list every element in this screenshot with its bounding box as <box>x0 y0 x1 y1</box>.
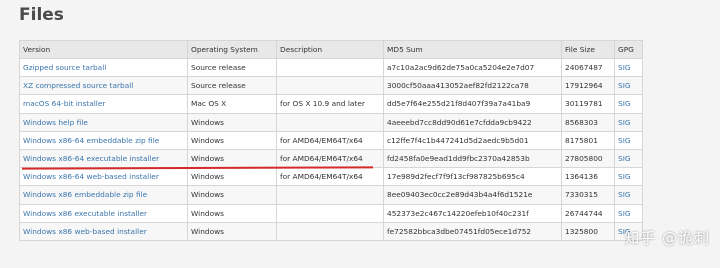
gpg-cell: SIG <box>614 167 643 187</box>
md5-cell: 17e989d2fecf7f9f13cf987825b695c4 <box>383 167 562 187</box>
gpg-cell: SIG <box>614 203 643 223</box>
description-cell: for AMD64/EM64T/x64 <box>276 167 384 187</box>
os-cell: Source release <box>187 57 277 78</box>
description-cell <box>276 76 384 96</box>
version-cell: Windows x86-64 web-based installer <box>19 167 188 187</box>
files-table: Version Operating System Description MD5… <box>19 40 643 241</box>
size-cell: 1325800 <box>561 221 615 241</box>
os-cell: Windows <box>187 167 277 187</box>
description-cell: for OS X 10.9 and later <box>276 94 384 114</box>
description-cell <box>276 203 384 223</box>
md5-cell: a7c10a2ac9d62de75a0ca5204e2e7d07 <box>383 57 562 78</box>
column-header-os: Operating System <box>187 40 277 59</box>
version-link[interactable]: Windows x86 web-based installer <box>23 227 147 236</box>
os-cell: Windows <box>187 148 277 169</box>
version-link[interactable]: macOS 64-bit installer <box>23 99 105 108</box>
table-row: Windows help file Windows 4aeeebd7cc8dd9… <box>19 112 643 132</box>
version-cell: Windows x86-64 executable installer <box>19 148 188 169</box>
version-cell: Gzipped source tarball <box>19 57 188 78</box>
gpg-cell: SIG <box>614 185 643 205</box>
os-cell: Windows <box>187 130 277 150</box>
gpg-sig-link[interactable]: SIG <box>618 154 631 163</box>
version-link[interactable]: Windows x86-64 web-based installer <box>23 172 159 181</box>
gpg-cell: SIG <box>614 94 643 114</box>
column-header-description: Description <box>276 40 384 59</box>
version-cell: Windows x86 web-based installer <box>19 221 188 241</box>
gpg-cell: SIG <box>614 76 643 96</box>
version-cell: macOS 64-bit installer <box>19 94 188 114</box>
version-link[interactable]: Windows x86-64 embeddable zip file <box>23 136 159 145</box>
description-cell <box>276 221 384 241</box>
gpg-sig-link[interactable]: SIG <box>618 81 631 90</box>
table-row: Windows x86-64 embeddable zip file Windo… <box>19 130 643 150</box>
gpg-cell: SIG <box>614 148 643 169</box>
description-cell <box>276 112 384 132</box>
column-header-file-size: File Size <box>561 40 615 59</box>
version-link[interactable]: Windows x86 executable installer <box>23 209 147 218</box>
gpg-cell: SIG <box>614 112 643 132</box>
description-cell: for AMD64/EM64T/x64 <box>276 148 384 169</box>
description-cell: for AMD64/EM64T/x64 <box>276 130 384 150</box>
md5-cell: fe72582bbca3dbe07451fd05ece1d752 <box>383 221 562 241</box>
table-header-row: Version Operating System Description MD5… <box>19 40 643 59</box>
description-cell <box>276 185 384 205</box>
version-link[interactable]: Windows x86 embeddable zip file <box>23 190 147 199</box>
os-cell: Windows <box>187 203 277 223</box>
size-cell: 24067487 <box>561 57 615 78</box>
column-header-gpg: GPG <box>614 40 643 59</box>
version-link[interactable]: Windows help file <box>23 118 88 127</box>
size-cell: 30119781 <box>561 94 615 114</box>
version-cell: Windows x86 executable installer <box>19 203 188 223</box>
description-cell <box>276 57 384 78</box>
size-cell: 1364136 <box>561 167 615 187</box>
gpg-sig-link[interactable]: SIG <box>618 136 631 145</box>
version-cell: Windows help file <box>19 112 188 132</box>
gpg-cell: SIG <box>614 57 643 78</box>
column-header-md5: MD5 Sum <box>383 40 562 59</box>
md5-cell: dd5e7f64e255d21f8d407f39a7a41ba9 <box>383 94 562 114</box>
table-row: Windows x86 embeddable zip file Windows … <box>19 185 643 205</box>
table-row: Gzipped source tarball Source release a7… <box>19 57 643 78</box>
md5-cell: 452373e2c467c14220efeb10f40c231f <box>383 203 562 223</box>
md5-cell: c12ffe7f4c1b447241d5d2aedc9b5d01 <box>383 130 562 150</box>
md5-cell: 3000cf50aaa413052aef82fd2122ca78 <box>383 76 562 96</box>
version-link[interactable]: Windows x86-64 executable installer <box>23 154 159 163</box>
table-row-highlighted: Windows x86-64 executable installer Wind… <box>19 148 643 169</box>
watermark-text: 知乎 @诡刺 <box>624 229 710 247</box>
os-cell: Mac OS X <box>187 94 277 114</box>
size-cell: 26744744 <box>561 203 615 223</box>
table-row: Windows x86 executable installer Windows… <box>19 203 643 223</box>
version-cell: Windows x86-64 embeddable zip file <box>19 130 188 150</box>
version-cell: Windows x86 embeddable zip file <box>19 185 188 205</box>
gpg-sig-link[interactable]: SIG <box>618 190 631 199</box>
gpg-cell: SIG <box>614 130 643 150</box>
md5-cell: 8ee09403ec0cc2e89d43b4a4f6d1521e <box>383 185 562 205</box>
version-link[interactable]: Gzipped source tarball <box>23 63 106 72</box>
table-row: XZ compressed source tarball Source rele… <box>19 76 643 96</box>
os-cell: Source release <box>187 76 277 96</box>
gpg-sig-link[interactable]: SIG <box>618 99 631 108</box>
gpg-sig-link[interactable]: SIG <box>618 209 631 218</box>
size-cell: 8175801 <box>561 130 615 150</box>
table-row: Windows x86 web-based installer Windows … <box>19 221 643 241</box>
os-cell: Windows <box>187 112 277 132</box>
table-row: macOS 64-bit installer Mac OS X for OS X… <box>19 94 643 114</box>
size-cell: 7330315 <box>561 185 615 205</box>
os-cell: Windows <box>187 221 277 241</box>
size-cell: 8568303 <box>561 112 615 132</box>
gpg-sig-link[interactable]: SIG <box>618 172 631 181</box>
gpg-sig-link[interactable]: SIG <box>618 118 631 127</box>
version-link[interactable]: XZ compressed source tarball <box>23 81 133 90</box>
version-cell: XZ compressed source tarball <box>19 76 188 96</box>
gpg-sig-link[interactable]: SIG <box>618 63 631 72</box>
size-cell: 17912964 <box>561 76 615 96</box>
size-cell: 27805800 <box>561 148 615 169</box>
md5-cell: 4aeeebd7cc8dd90d61e7cfdda9cb9422 <box>383 112 562 132</box>
table-row: Windows x86-64 web-based installer Windo… <box>19 167 643 187</box>
page-title: Files <box>19 5 64 25</box>
os-cell: Windows <box>187 185 277 205</box>
column-header-version: Version <box>19 40 188 59</box>
md5-cell: fd2458fa0e9ead1dd9fbc2370a42853b <box>383 148 562 169</box>
